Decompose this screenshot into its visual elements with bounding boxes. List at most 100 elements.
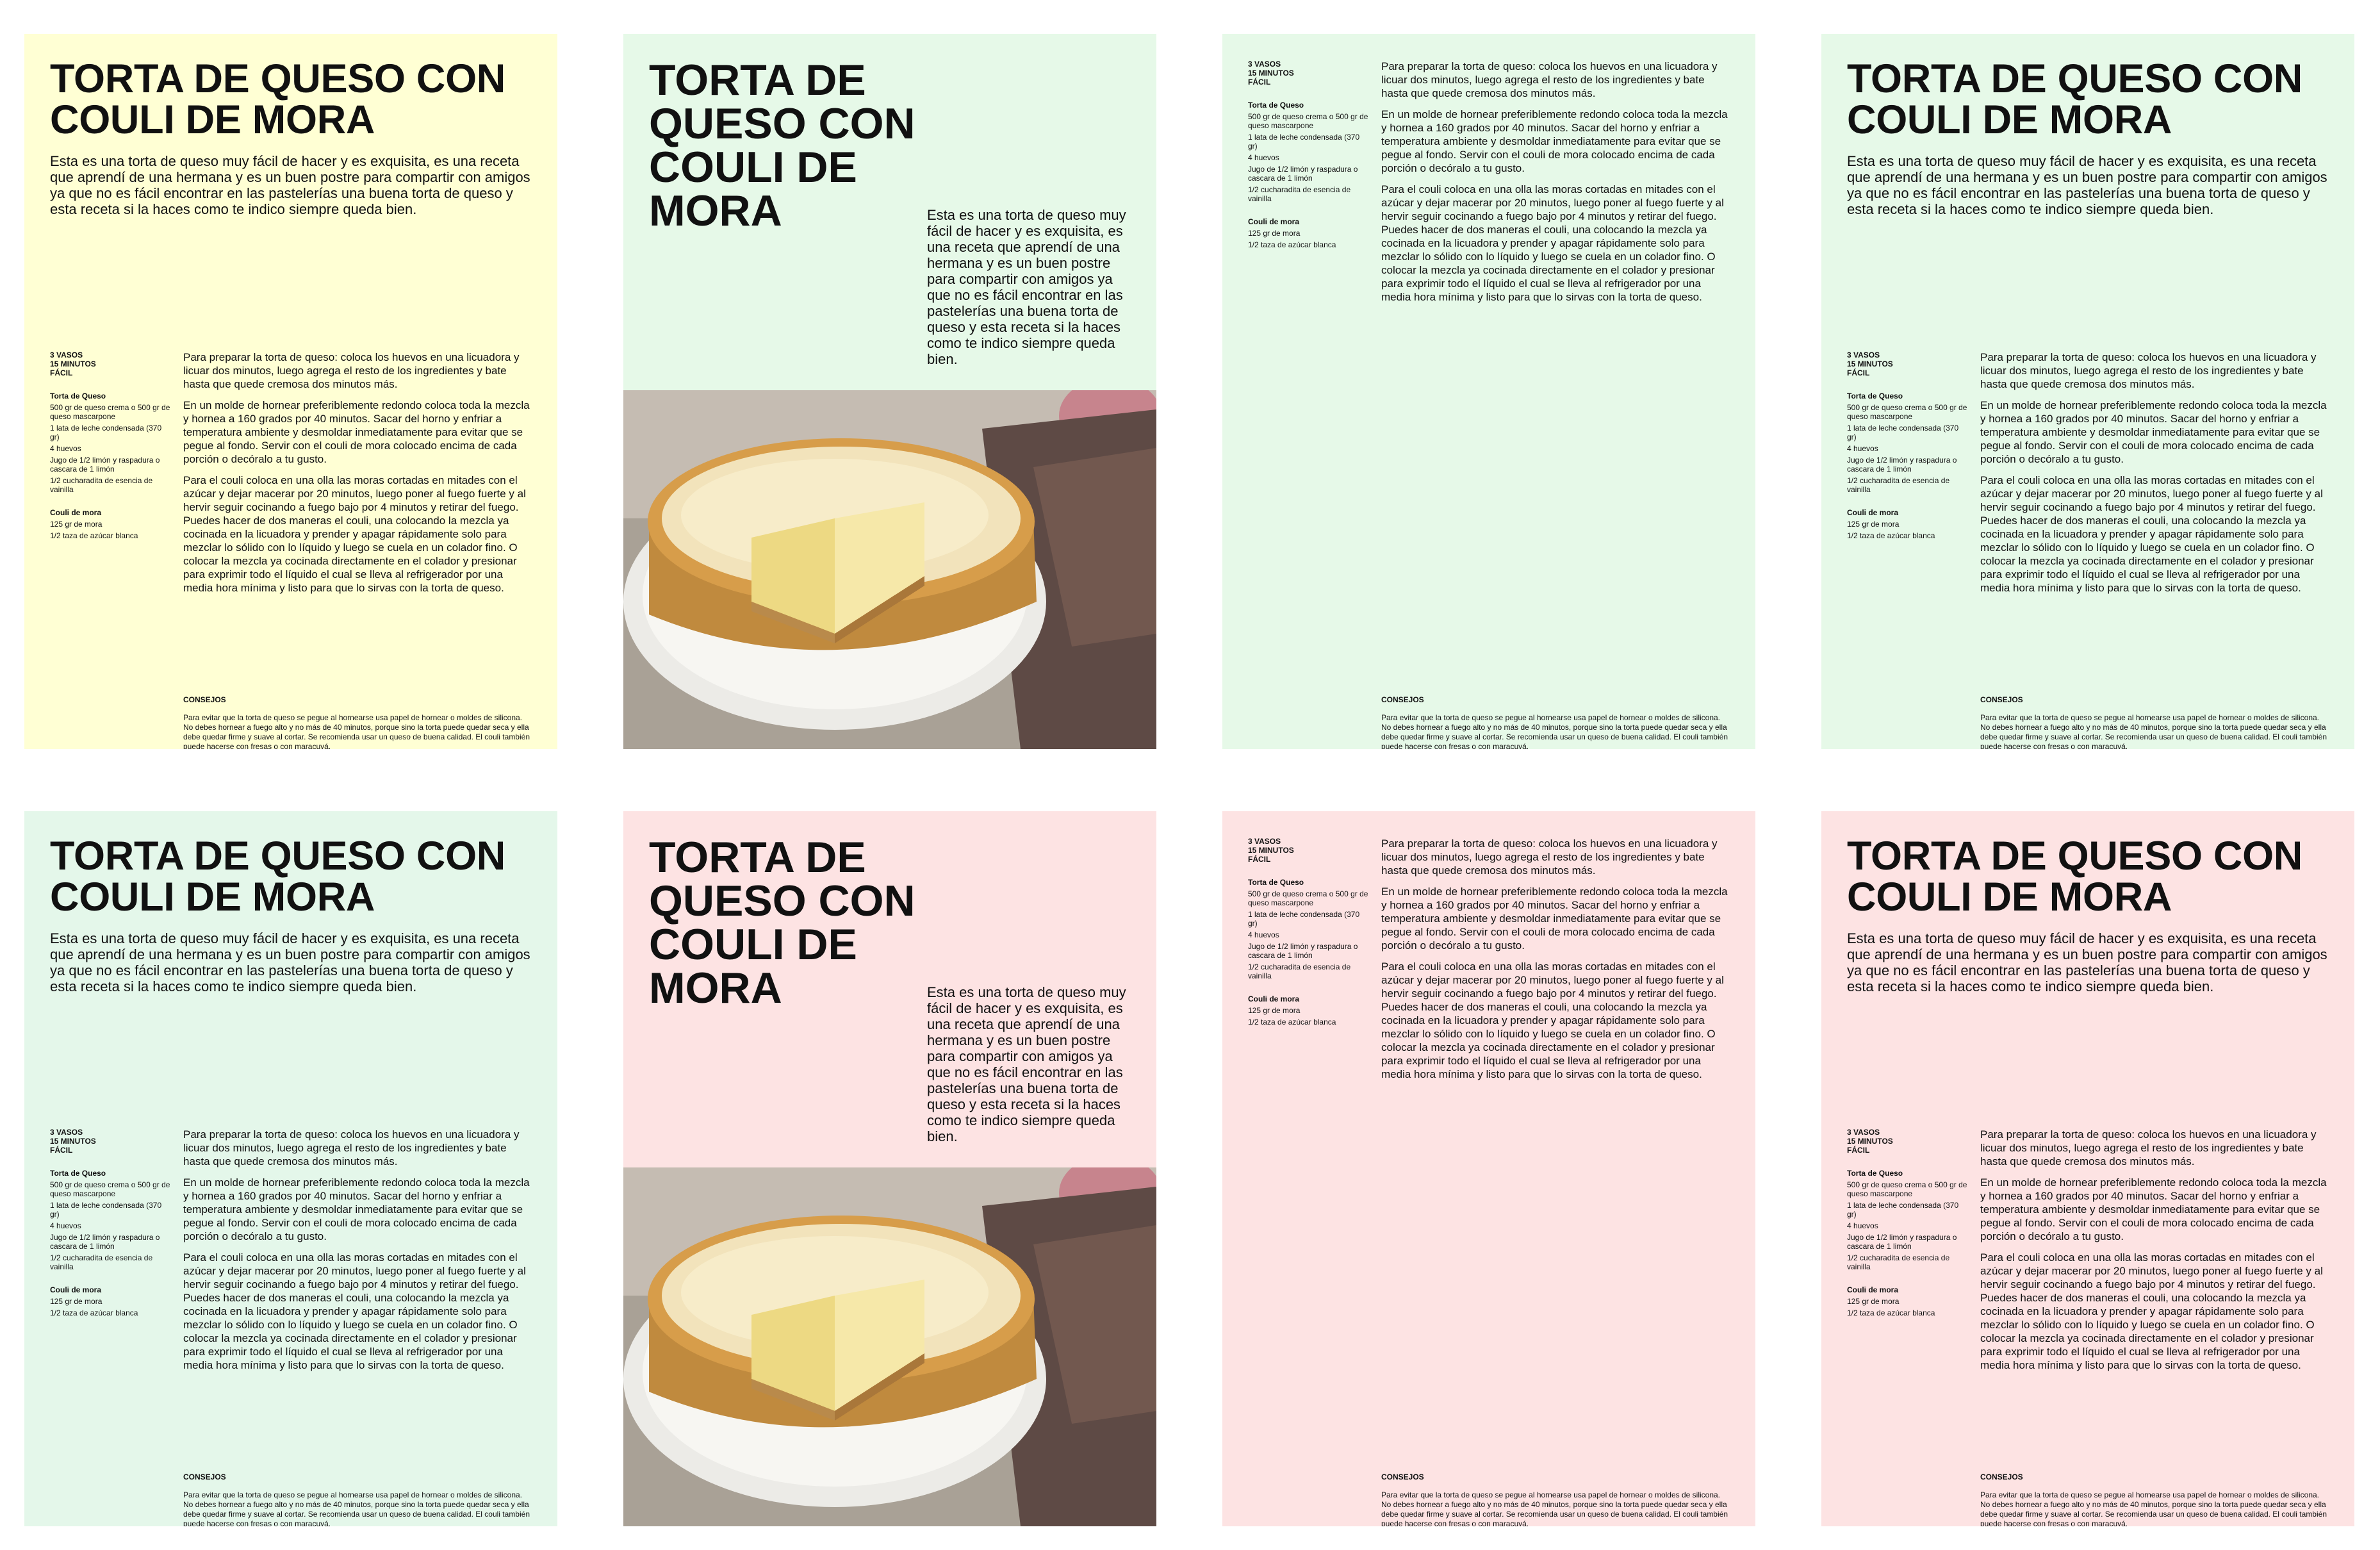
recipe-card-4: TORTA DE QUESO CON COULI DE MORA Esta es… (1821, 34, 2354, 749)
tips-heading: CONSEJOS (183, 1472, 226, 1481)
step-paragraph: Para el couli coloca en una olla las mor… (183, 474, 526, 594)
ingredient-item: 1/2 taza de azúcar blanca (1248, 240, 1336, 249)
ingredients-column: 3 VASOS 15 MINUTOS FÁCIL Torta de Queso … (1847, 1128, 1969, 1320)
ingredients-heading-couli: Couli de mora (1248, 217, 1300, 226)
recipe-intro: Esta es una torta de queso muy fácil de … (1847, 930, 2327, 994)
ingredient-item: 500 gr de queso crema o 500 gr de queso … (50, 403, 170, 421)
ingredient-item: 500 gr de queso crema o 500 gr de queso … (50, 1180, 170, 1198)
tips-heading: CONSEJOS (183, 695, 226, 704)
step-paragraph: En un molde de hornear preferiblemente r… (1381, 886, 1728, 952)
ingredients-column: 3 VASOS 15 MINUTOS FÁCIL Torta de Queso … (50, 350, 172, 543)
ingredient-item: 1/2 taza de azúcar blanca (50, 531, 138, 540)
recipe-card-8: TORTA DE QUESO CON COULI DE MORA Esta es… (1821, 811, 2354, 1526)
ingredient-item: 1/2 cucharadita de esencia de vainilla (1248, 962, 1351, 980)
tips-text: Para evitar que la torta de queso se peg… (1381, 713, 1728, 749)
ingredients-heading-couli: Couli de mora (1248, 994, 1300, 1003)
preparation-steps: Para preparar la torta de queso: coloca … (1980, 350, 2330, 602)
ingredient-item: 4 huevos (50, 1221, 81, 1230)
servings-info: 3 VASOS 15 MINUTOS FÁCIL (50, 1128, 96, 1155)
recipe-intro: Esta es una torta de queso muy fácil de … (50, 930, 530, 994)
recipe-card-5: TORTA DE QUESO CON COULI DE MORA Esta es… (24, 811, 557, 1526)
preparation-steps: Para preparar la torta de queso: coloca … (1980, 1128, 2330, 1380)
servings-info: 3 VASOS 15 MINUTOS FÁCIL (1847, 350, 1893, 377)
ingredient-item: 4 huevos (1248, 930, 1279, 939)
ingredient-item: Jugo de 1/2 limón y raspadura o cascara … (50, 1233, 160, 1251)
ingredients-heading-cheese: Torta de Queso (1847, 1169, 1903, 1178)
ingredient-item: 1/2 cucharadita de esencia de vainilla (50, 1253, 153, 1271)
ingredient-item: Jugo de 1/2 limón y raspadura o cascara … (1847, 1233, 1957, 1251)
recipe-card-7: 3 VASOS 15 MINUTOS FÁCIL Torta de Queso … (1222, 811, 1755, 1526)
ingredient-item: 1/2 taza de azúcar blanca (1847, 1308, 1935, 1317)
servings-info: 3 VASOS 15 MINUTOS FÁCIL (1847, 1128, 1893, 1155)
recipe-card-1: TORTA DE QUESO CON COULI DE MORA Esta es… (24, 34, 557, 749)
servings-info: 3 VASOS 15 MINUTOS FÁCIL (1248, 837, 1294, 864)
recipe-title: TORTA DE QUESO CON COULI DE MORA (649, 56, 915, 235)
preparation-steps: Para preparar la torta de queso: coloca … (183, 1128, 533, 1380)
tips-block: CONSEJOS Para evitar que la torta de que… (1980, 695, 2330, 749)
step-paragraph: Para preparar la torta de queso: coloca … (1980, 1128, 2317, 1167)
tips-text: Para evitar que la torta de queso se peg… (1980, 713, 2327, 749)
ingredients-heading-cheese: Torta de Queso (50, 1169, 106, 1178)
ingredient-item: 1/2 cucharadita de esencia de vainilla (1248, 185, 1351, 203)
ingredient-item: 125 gr de mora (50, 520, 103, 529)
recipe-title: TORTA DE QUESO CON COULI DE MORA (1847, 56, 2302, 142)
ingredients-heading-cheese: Torta de Queso (1248, 878, 1304, 887)
recipe-card-2: TORTA DE QUESO CON COULI DE MORA Esta es… (623, 34, 1156, 749)
tips-block: CONSEJOS Para evitar que la torta de que… (183, 1472, 533, 1526)
recipe-intro: Esta es una torta de queso muy fácil de … (927, 207, 1126, 367)
tips-heading: CONSEJOS (1980, 1472, 2023, 1481)
recipe-intro: Esta es una torta de queso muy fácil de … (1847, 153, 2327, 217)
servings-info: 3 VASOS 15 MINUTOS FÁCIL (1248, 60, 1294, 87)
ingredient-item: 1/2 cucharadita de esencia de vainilla (50, 476, 153, 494)
ingredient-item: 1/2 taza de azúcar blanca (50, 1308, 138, 1317)
preparation-steps: Para preparar la torta de queso: coloca … (1381, 837, 1731, 1089)
tips-heading: CONSEJOS (1381, 1472, 1424, 1481)
recipe-card-3: 3 VASOS 15 MINUTOS FÁCIL Torta de Queso … (1222, 34, 1755, 749)
ingredient-item: 125 gr de mora (50, 1297, 103, 1306)
ingredient-item: 1/2 cucharadita de esencia de vainilla (1847, 476, 1950, 494)
preparation-steps: Para preparar la torta de queso: coloca … (1381, 60, 1731, 311)
ingredient-item: 4 huevos (50, 444, 81, 453)
ingredient-item: 500 gr de queso crema o 500 gr de queso … (1248, 889, 1368, 907)
step-paragraph: Para preparar la torta de queso: coloca … (1381, 837, 1718, 877)
cheesecake-photo (623, 390, 1156, 749)
recipe-title: TORTA DE QUESO CON COULI DE MORA (649, 833, 915, 1012)
ingredient-item: 1/2 taza de azúcar blanca (1248, 1018, 1336, 1026)
step-paragraph: Para el couli coloca en una olla las mor… (1980, 1251, 2323, 1371)
tips-block: CONSEJOS Para evitar que la torta de que… (1381, 695, 1731, 749)
ingredient-item: 125 gr de mora (1248, 1006, 1301, 1015)
tips-text: Para evitar que la torta de queso se peg… (183, 713, 530, 749)
ingredient-item: Jugo de 1/2 limón y raspadura o cascara … (1248, 165, 1358, 183)
ingredients-heading-couli: Couli de mora (50, 508, 102, 517)
recipe-card-6: TORTA DE QUESO CON COULI DE MORA Esta es… (623, 811, 1156, 1526)
ingredients-column: 3 VASOS 15 MINUTOS FÁCIL Torta de Queso … (50, 1128, 172, 1320)
ingredient-item: Jugo de 1/2 limón y raspadura o cascara … (1847, 456, 1957, 474)
ingredient-item: 500 gr de queso crema o 500 gr de queso … (1847, 1180, 1967, 1198)
recipe-intro: Esta es una torta de queso muy fácil de … (50, 153, 530, 217)
ingredients-column: 3 VASOS 15 MINUTOS FÁCIL Torta de Queso … (1248, 837, 1370, 1029)
ingredient-item: Jugo de 1/2 limón y raspadura o cascara … (1248, 942, 1358, 960)
ingredients-heading-cheese: Torta de Queso (1248, 101, 1304, 110)
recipe-title: TORTA DE QUESO CON COULI DE MORA (50, 834, 505, 919)
ingredient-item: 4 huevos (1847, 1221, 1878, 1230)
ingredient-item: 1 lata de leche condensada (370 gr) (1847, 1201, 1959, 1219)
ingredients-heading-cheese: Torta de Queso (50, 392, 106, 400)
ingredient-item: Jugo de 1/2 limón y raspadura o cascara … (50, 456, 160, 474)
ingredient-item: 4 huevos (1248, 153, 1279, 162)
ingredient-item: 1 lata de leche condensada (370 gr) (1248, 910, 1360, 928)
tips-text: Para evitar que la torta de queso se peg… (1381, 1490, 1728, 1526)
step-paragraph: Para el couli coloca en una olla las mor… (1980, 474, 2323, 594)
cheesecake-photo (623, 1167, 1156, 1526)
step-paragraph: Para el couli coloca en una olla las mor… (183, 1251, 526, 1371)
ingredients-heading-couli: Couli de mora (1847, 508, 1899, 517)
ingredients-column: 3 VASOS 15 MINUTOS FÁCIL Torta de Queso … (1248, 60, 1370, 252)
step-paragraph: Para preparar la torta de queso: coloca … (1980, 351, 2317, 390)
step-paragraph: En un molde de hornear preferiblemente r… (1980, 399, 2327, 465)
tips-block: CONSEJOS Para evitar que la torta de que… (1381, 1472, 1731, 1526)
step-paragraph: Para el couli coloca en una olla las mor… (1381, 961, 1724, 1080)
recipe-intro: Esta es una torta de queso muy fácil de … (927, 984, 1126, 1144)
ingredient-item: 4 huevos (1847, 444, 1878, 453)
step-paragraph: Para el couli coloca en una olla las mor… (1381, 183, 1724, 303)
step-paragraph: En un molde de hornear preferiblemente r… (1381, 108, 1728, 174)
recipe-title: TORTA DE QUESO CON COULI DE MORA (1847, 834, 2302, 919)
